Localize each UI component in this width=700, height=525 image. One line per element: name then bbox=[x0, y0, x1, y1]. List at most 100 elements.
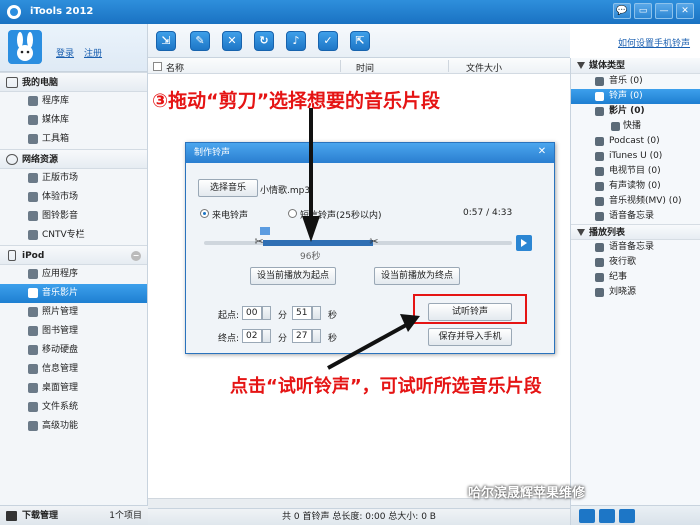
end-second-input[interactable]: 27 bbox=[292, 329, 312, 343]
sidebar-item-books[interactable]: 图书管理 bbox=[0, 322, 147, 341]
music-icon bbox=[28, 288, 38, 298]
media-type-item[interactable]: 语音备忘录 bbox=[571, 209, 700, 224]
grid-icon bbox=[28, 96, 38, 106]
download-manager[interactable]: 下载管理 1个项目 bbox=[0, 505, 148, 525]
set-end-button[interactable]: 设当前播放为终点 bbox=[374, 267, 460, 285]
start-scissors-icon[interactable]: ✂ bbox=[255, 235, 264, 248]
save-import-button[interactable]: 保存并导入手机 bbox=[428, 328, 512, 346]
sidebar-item-trial-market[interactable]: 体验市场 bbox=[0, 188, 147, 207]
restore-button[interactable]: ▭ bbox=[634, 3, 652, 19]
login-link[interactable]: 登录 bbox=[56, 46, 74, 59]
edit-icon[interactable]: ✎ bbox=[190, 31, 210, 51]
sidebar-item-cntv[interactable]: CNTV专栏 bbox=[0, 226, 147, 245]
play-icon[interactable] bbox=[599, 509, 615, 523]
end-minute-input[interactable]: 02 bbox=[242, 329, 262, 343]
next-icon[interactable] bbox=[619, 509, 635, 523]
sidebar-item-program-library[interactable]: 程序库 bbox=[0, 92, 147, 111]
media-type-item[interactable]: 音乐视频(MV) (0) bbox=[571, 194, 700, 209]
radio-sms-label: 短信铃声(25秒以内) bbox=[300, 211, 382, 221]
column-size[interactable]: 文件大小 bbox=[466, 61, 502, 74]
export-icon[interactable]: ⇱ bbox=[350, 31, 370, 51]
minimize-button[interactable]: — bbox=[655, 3, 673, 19]
column-name[interactable]: 名称 bbox=[166, 61, 184, 74]
radio-ringtone[interactable] bbox=[200, 209, 209, 218]
section-my-computer[interactable]: 我的电脑 bbox=[0, 72, 147, 92]
section-network-resources[interactable]: 网络资源 bbox=[0, 149, 147, 169]
column-time[interactable]: 时间 bbox=[356, 61, 374, 74]
media-type-item[interactable]: 有声读物 (0) bbox=[571, 179, 700, 194]
media-type-icon bbox=[611, 122, 620, 131]
end-second-stepper[interactable] bbox=[312, 329, 321, 343]
media-type-item[interactable]: 电视节目 (0) bbox=[571, 164, 700, 179]
playlist-item[interactable]: 纪事 bbox=[571, 270, 700, 285]
playhead-marker[interactable] bbox=[260, 227, 270, 235]
globe-icon bbox=[6, 154, 18, 165]
gear-icon bbox=[28, 421, 38, 431]
user-panel: 登录 注册 bbox=[0, 24, 147, 72]
radio-sms[interactable] bbox=[288, 209, 297, 218]
book-icon bbox=[28, 326, 38, 336]
start-second-stepper[interactable] bbox=[312, 306, 321, 320]
media-type-item[interactable]: 铃声 (0) bbox=[571, 89, 700, 104]
ringtone-help-link[interactable]: 如何设置手机铃声 bbox=[618, 36, 690, 49]
media-type-item[interactable]: iTunes U (0) bbox=[571, 149, 700, 164]
end-minute-stepper[interactable] bbox=[262, 329, 271, 343]
import-icon[interactable]: ⇲ bbox=[156, 31, 176, 51]
sidebar-item-apps[interactable]: 应用程序 bbox=[0, 265, 147, 284]
rabbit-avatar-icon bbox=[8, 30, 42, 64]
selected-filename: 小情歌.mp3 bbox=[260, 186, 311, 196]
media-type-icon bbox=[595, 137, 604, 146]
photo-icon bbox=[28, 307, 38, 317]
media-type-icon bbox=[595, 197, 604, 206]
player-controls bbox=[571, 505, 700, 525]
media-icon bbox=[28, 115, 38, 125]
check-icon[interactable]: ✓ bbox=[318, 31, 338, 51]
sidebar-item-media-library[interactable]: 媒体库 bbox=[0, 111, 147, 130]
end-scissors-icon[interactable]: ✂ bbox=[369, 235, 378, 248]
select-all-checkbox[interactable] bbox=[153, 62, 162, 71]
start-minute-stepper[interactable] bbox=[262, 306, 271, 320]
start-second-input[interactable]: 51 bbox=[292, 306, 312, 320]
sidebar-item-info[interactable]: 信息管理 bbox=[0, 360, 147, 379]
download-icon bbox=[6, 511, 17, 521]
media-type-item[interactable]: Podcast (0) bbox=[571, 134, 700, 149]
sidebar-item-genuine-market[interactable]: 正版市场 bbox=[0, 169, 147, 188]
feedback-button[interactable]: 💬 bbox=[613, 3, 631, 19]
expand-icon bbox=[577, 229, 585, 236]
playlist-item[interactable]: 夜行歌 bbox=[571, 255, 700, 270]
playlist-item[interactable]: 语音备忘录 bbox=[571, 240, 700, 255]
playlist-header[interactable]: 播放列表 bbox=[571, 224, 700, 240]
sidebar-item-filesystem[interactable]: 文件系统 bbox=[0, 398, 147, 417]
collapse-icon[interactable]: − bbox=[131, 251, 141, 261]
sidebar-item-desktop[interactable]: 桌面管理 bbox=[0, 379, 147, 398]
set-start-button[interactable]: 设当前播放为起点 bbox=[250, 267, 336, 285]
close-button[interactable]: ✕ bbox=[676, 3, 694, 19]
bell-icon[interactable]: ♪ bbox=[286, 31, 306, 51]
sidebar-item-music-video[interactable]: 音乐影片 bbox=[0, 284, 147, 303]
sidebar-item-photos[interactable]: 照片管理 bbox=[0, 303, 147, 322]
dialog-close-icon[interactable]: ✕ bbox=[536, 146, 548, 158]
sidebar-item-ringtone-media[interactable]: 图铃影音 bbox=[0, 207, 147, 226]
folder-icon bbox=[28, 402, 38, 412]
sidebar-item-toolbox[interactable]: 工具箱 bbox=[0, 130, 147, 149]
delete-icon[interactable]: ✕ bbox=[222, 31, 242, 51]
sidebar-item-advanced[interactable]: 高级功能 bbox=[0, 417, 147, 436]
start-label: 起点: bbox=[218, 311, 240, 321]
media-type-item[interactable]: 音乐 (0) bbox=[571, 74, 700, 89]
playlist-item[interactable]: 刘晓源 bbox=[571, 285, 700, 300]
media-type-item[interactable]: 快播 bbox=[571, 119, 700, 134]
tools-icon bbox=[28, 134, 38, 144]
media-type-item[interactable]: 影片 (0) bbox=[571, 104, 700, 119]
dialog-play-icon[interactable] bbox=[516, 235, 532, 251]
media-type-icon bbox=[595, 107, 604, 116]
apple-icon bbox=[28, 173, 38, 183]
register-link[interactable]: 注册 bbox=[84, 46, 102, 59]
sidebar-item-mobile-disk[interactable]: 移动硬盘 bbox=[0, 341, 147, 360]
media-type-header[interactable]: 媒体类型 bbox=[571, 58, 700, 74]
selected-range bbox=[262, 240, 374, 246]
refresh-icon[interactable]: ↻ bbox=[254, 31, 274, 51]
select-music-button[interactable]: 选择音乐 bbox=[198, 179, 258, 197]
prev-icon[interactable] bbox=[579, 509, 595, 523]
section-ipod[interactable]: iPod − bbox=[0, 245, 147, 265]
start-minute-input[interactable]: 00 bbox=[242, 306, 262, 320]
